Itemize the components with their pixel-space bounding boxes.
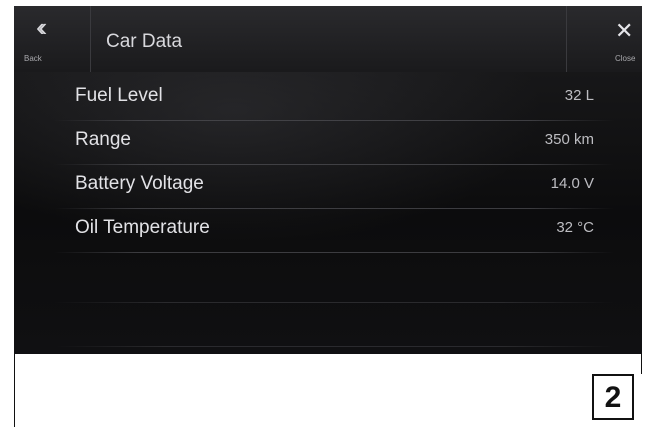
fuel-level-value: 32 L	[564, 87, 594, 104]
back-label: Back	[24, 54, 42, 63]
list-item: Range 350 km	[54, 121, 614, 165]
divider	[54, 302, 614, 303]
page-number: 2	[604, 381, 622, 414]
range-label: Range	[75, 129, 131, 150]
manual-page: ‹‹ Back Car Data ✕ Close Fuel Level 32 L…	[0, 0, 652, 427]
list-item: Oil Temperature 32 °C	[54, 209, 614, 253]
page-edge	[641, 354, 642, 374]
double-chevron-left-icon: ‹‹	[36, 12, 48, 42]
header-divider	[90, 6, 91, 72]
close-icon: ✕	[615, 18, 634, 43]
close-label: Close	[615, 54, 636, 63]
page-edge	[14, 354, 15, 427]
list-item: Fuel Level 32 L	[54, 77, 614, 121]
divider	[54, 252, 614, 253]
back-button[interactable]: ‹‹ Back	[14, 6, 90, 72]
range-value: 350 km	[544, 131, 594, 148]
car-data-screen: ‹‹ Back Car Data ✕ Close Fuel Level 32 L…	[14, 6, 642, 354]
battery-voltage-label: Battery Voltage	[75, 173, 204, 194]
oil-temperature-label: Oil Temperature	[75, 217, 210, 238]
divider	[54, 346, 614, 347]
close-button[interactable]: ✕ Close	[566, 6, 642, 72]
list-item: Battery Voltage 14.0 V	[54, 165, 614, 209]
page-number-badge: 2	[592, 374, 634, 420]
page-title: Car Data	[106, 31, 183, 52]
fuel-level-label: Fuel Level	[75, 85, 163, 106]
battery-voltage-value: 14.0 V	[550, 175, 594, 192]
header-bar: ‹‹ Back Car Data ✕ Close	[14, 6, 642, 72]
oil-temperature-value: 32 °C	[556, 219, 594, 236]
